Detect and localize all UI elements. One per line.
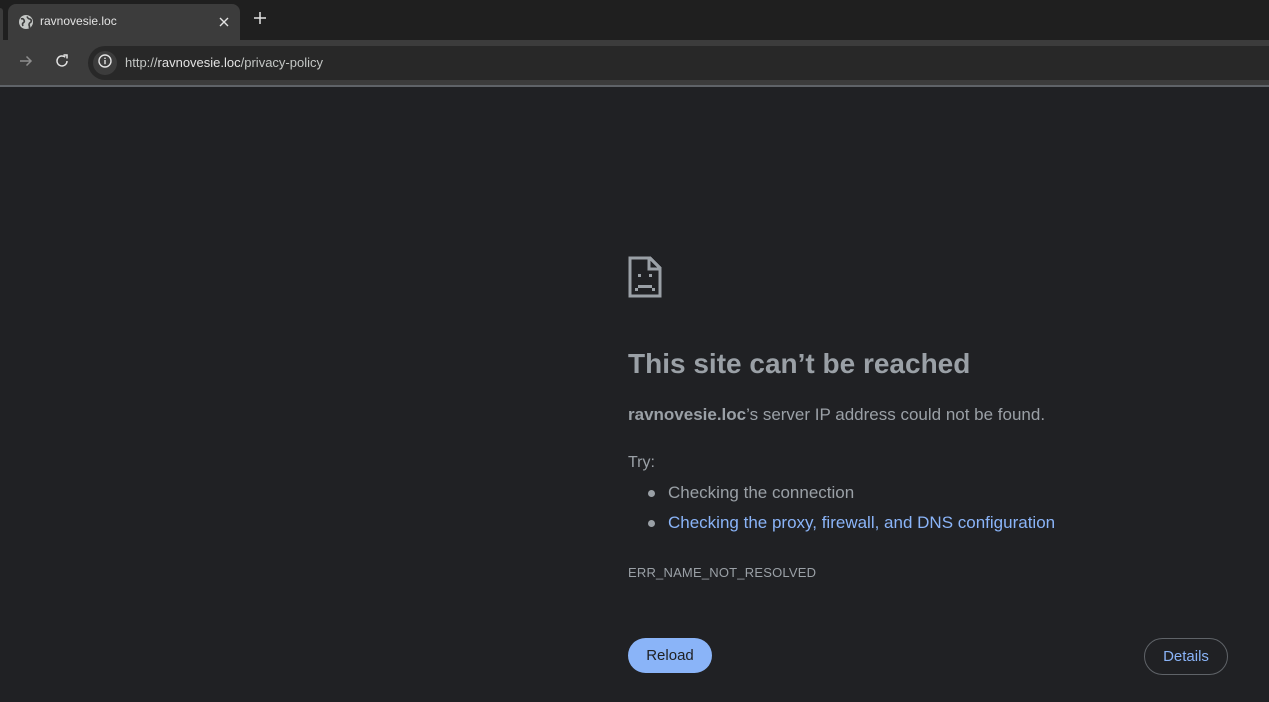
url-scheme: http://	[125, 55, 158, 70]
suggestion-proxy-dns-link[interactable]: Checking the proxy, firewall, and DNS co…	[668, 513, 1055, 532]
url-path: /privacy-policy	[240, 55, 323, 70]
suggestion-check-connection: Checking the connection	[668, 483, 855, 502]
url-host: ravnovesie.loc	[157, 55, 241, 70]
info-icon	[98, 53, 112, 73]
previous-tab-edge[interactable]	[0, 8, 3, 40]
new-tab-button[interactable]	[248, 8, 272, 32]
globe-icon	[18, 14, 34, 30]
try-label: Try:	[628, 454, 655, 471]
toolbar-divider	[0, 85, 1269, 87]
error-code: ERR_NAME_NOT_RESOLVED	[628, 565, 817, 580]
error-summary: ravnovesie.loc’s server IP address could…	[628, 405, 1045, 425]
summary-host: ravnovesie.loc	[628, 405, 747, 424]
summary-text: ’s server IP address could not be found.	[746, 405, 1046, 424]
tab-strip: ravnovesie.loc	[0, 0, 1269, 40]
forward-button[interactable]	[14, 51, 38, 75]
sad-document-icon	[628, 256, 662, 298]
address-bar[interactable]: http://ravnovesie.loc/privacy-policy	[88, 46, 1269, 80]
tab-title: ravnovesie.loc	[40, 14, 117, 28]
list-item: Checking the connection	[628, 482, 1055, 512]
details-button[interactable]: Details	[1144, 638, 1228, 675]
error-heading: This site can’t be reached	[628, 348, 971, 379]
arrow-right-icon	[19, 54, 33, 73]
reload-button[interactable]: Reload	[628, 638, 712, 673]
url-text[interactable]: http://ravnovesie.loc/privacy-policy	[125, 55, 323, 70]
site-info-button[interactable]	[93, 51, 117, 75]
toolbar: http://ravnovesie.loc/privacy-policy	[0, 40, 1269, 86]
tab-ravnovesie[interactable]: ravnovesie.loc	[8, 4, 240, 40]
list-item: Checking the proxy, firewall, and DNS co…	[628, 512, 1055, 542]
reload-nav-button[interactable]	[50, 51, 74, 75]
close-icon[interactable]	[214, 12, 234, 32]
reload-icon	[55, 53, 69, 73]
plus-icon	[254, 11, 266, 29]
suggestions-list: Checking the connection Checking the pro…	[628, 482, 1055, 542]
